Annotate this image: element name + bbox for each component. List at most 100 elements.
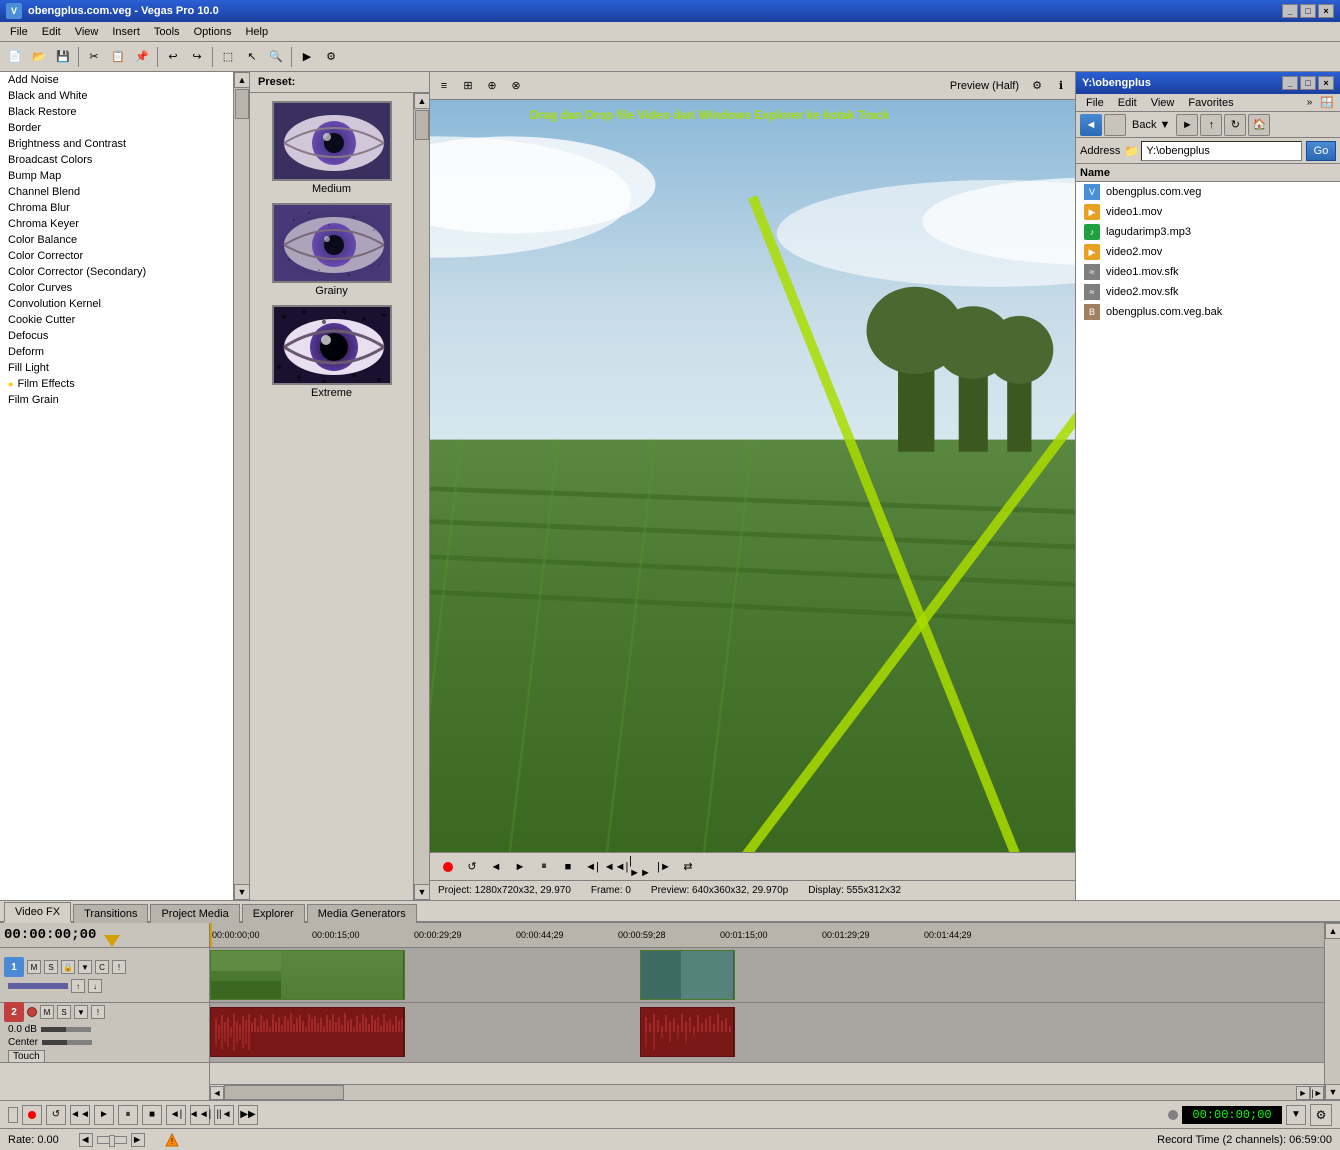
transport-loop[interactable]: ↺ [46,1105,66,1125]
effect-broadcast-colors[interactable]: Broadcast Colors [0,152,233,168]
stop-btn[interactable]: ⏸ [534,857,554,877]
preset-scroll-thumb[interactable] [415,110,429,140]
go-btn[interactable]: Go [1306,141,1336,161]
rate-next-btn[interactable]: ► [131,1133,145,1147]
select-btn[interactable]: ⬚ [217,46,239,68]
vol-up-btn[interactable]: ↑ [71,979,85,993]
timeline-vscroll[interactable]: ▲ ▼ [1324,923,1340,1100]
effect-chroma-blur[interactable]: Chroma Blur [0,200,233,216]
render-btn[interactable]: ▶ [296,46,318,68]
loop-btn[interactable]: ↺ [462,857,482,877]
timeline-playhead[interactable] [210,923,212,947]
go-start-btn[interactable]: ◄| [582,857,602,877]
tab-explorer[interactable]: Explorer [242,904,305,923]
preview-label[interactable]: Preview (Half) [946,80,1023,92]
warning-icon[interactable]: ! [165,1133,179,1147]
fp-minimize-btn[interactable]: _ [1282,76,1298,90]
prev-event-btn[interactable]: ◄◄| [606,857,626,877]
meter-icon[interactable] [1168,1110,1178,1120]
rate-prev-btn[interactable]: ◄ [79,1133,93,1147]
preset-extreme[interactable]: Extreme [272,305,392,399]
fp-menu-file[interactable]: File [1080,95,1110,111]
effect-channel-blend[interactable]: Channel Blend [0,184,233,200]
video-track[interactable] [210,948,1324,1003]
menu-view[interactable]: View [69,24,105,40]
video-clip-1[interactable] [210,950,405,1000]
forward-btn[interactable]: ► [1176,114,1198,136]
fp-menu-edit[interactable]: Edit [1112,95,1143,111]
file-item-video1[interactable]: ▶ video1.mov [1076,202,1340,222]
maximize-btn[interactable]: □ [1300,4,1316,18]
cut-btn[interactable]: ✂ [83,46,105,68]
menu-help[interactable]: Help [239,24,274,40]
preview-settings-btn[interactable]: ⚙ [1027,76,1047,96]
back-btn-2[interactable] [1104,114,1126,136]
menu-file[interactable]: File [4,24,34,40]
zoom-btn[interactable]: 🔍 [265,46,287,68]
minimize-btn[interactable]: _ [1282,4,1298,18]
file-item-sfk1[interactable]: ≈ video1.mov.sfk [1076,262,1340,282]
new-btn[interactable]: 📄 [4,46,26,68]
effect-deform[interactable]: Deform [0,344,233,360]
end-btn[interactable]: |► [1310,1086,1324,1100]
audio-mute-btn[interactable]: M [40,1005,54,1019]
audio-fx-btn[interactable]: ! [91,1005,105,1019]
transport-loop2[interactable]: ||◄ [214,1105,234,1125]
transport-pause[interactable]: ⏸ [118,1105,138,1125]
preview-split-btn[interactable]: ⊞ [458,76,478,96]
file-item-mp3[interactable]: ♪ lagudarimp3.mp3 [1076,222,1340,242]
audio-clip-2[interactable] [640,1007,735,1057]
play-btn[interactable]: ► [510,857,530,877]
video-clip-2[interactable] [640,950,735,1000]
track-expand-btn[interactable]: ▼ [78,960,92,974]
tab-transitions[interactable]: Transitions [73,904,148,923]
copy-btn[interactable]: 📋 [107,46,129,68]
vscroll-down[interactable]: ▼ [1325,1084,1340,1100]
preview-menu-btn[interactable]: ≡ [434,76,454,96]
preset-medium[interactable]: Medium [272,101,392,195]
tab-media-generators[interactable]: Media Generators [307,904,417,923]
track-fx-btn[interactable]: ! [112,960,126,974]
save-btn[interactable]: 💾 [52,46,74,68]
scroll-up[interactable]: ▲ [234,72,249,88]
address-input[interactable] [1141,141,1302,161]
effect-color-curves[interactable]: Color Curves [0,280,233,296]
fp-maximize-btn[interactable]: □ [1300,76,1316,90]
prev-frame-btn[interactable]: ◄ [486,857,506,877]
preview-enhance-btn[interactable]: ⊗ [506,76,526,96]
preview-zoom-btn[interactable]: ⊕ [482,76,502,96]
effect-color-corrector[interactable]: Color Corrector [0,248,233,264]
transport-ff[interactable]: ▶▶ [238,1105,258,1125]
effects-scrollbar[interactable]: ▲ ▼ [233,72,249,900]
effect-color-corrector-secondary[interactable]: Color Corrector (Secondary) [0,264,233,280]
track-mute-btn[interactable]: M [27,960,41,974]
audio-expand-btn[interactable]: ▼ [74,1005,88,1019]
loop-region-btn[interactable]: ⇄ [678,857,698,877]
file-item-video2[interactable]: ▶ video2.mov [1076,242,1340,262]
back-btn[interactable]: ◄ [1080,114,1102,136]
fp-menu-favorites[interactable]: Favorites [1182,95,1239,111]
file-item-veg[interactable]: V obengplus.com.veg [1076,182,1340,202]
scroll-track[interactable] [234,88,249,884]
undo-btn[interactable]: ↩ [162,46,184,68]
close-btn[interactable]: × [1318,4,1334,18]
scroll-thumb[interactable] [235,89,249,119]
preview-info-btn[interactable]: ℹ [1051,76,1071,96]
file-item-bak[interactable]: B obengplus.com.veg.bak [1076,302,1340,322]
tab-project-media[interactable]: Project Media [150,904,239,923]
transport-play[interactable]: ► [94,1105,114,1125]
fp-menu-view[interactable]: View [1145,95,1181,111]
effect-color-balance[interactable]: Color Balance [0,232,233,248]
next-frame-btn[interactable]: ■ [558,857,578,877]
menu-options[interactable]: Options [188,24,238,40]
rec-btn[interactable] [438,857,458,877]
vscroll-up[interactable]: ▲ [1325,923,1340,939]
refresh-btn[interactable]: ↻ [1224,114,1246,136]
menu-edit[interactable]: Edit [36,24,67,40]
track-lock-btn[interactable]: 🔒 [61,960,75,974]
h-scroll-thumb[interactable] [224,1085,344,1100]
effect-fill-light[interactable]: Fill Light [0,360,233,376]
transport-settings-btn[interactable]: ⚙ [1310,1104,1332,1126]
time-menu-btn[interactable]: ▼ [1286,1105,1306,1125]
effect-add-noise[interactable]: Add Noise [0,72,233,88]
